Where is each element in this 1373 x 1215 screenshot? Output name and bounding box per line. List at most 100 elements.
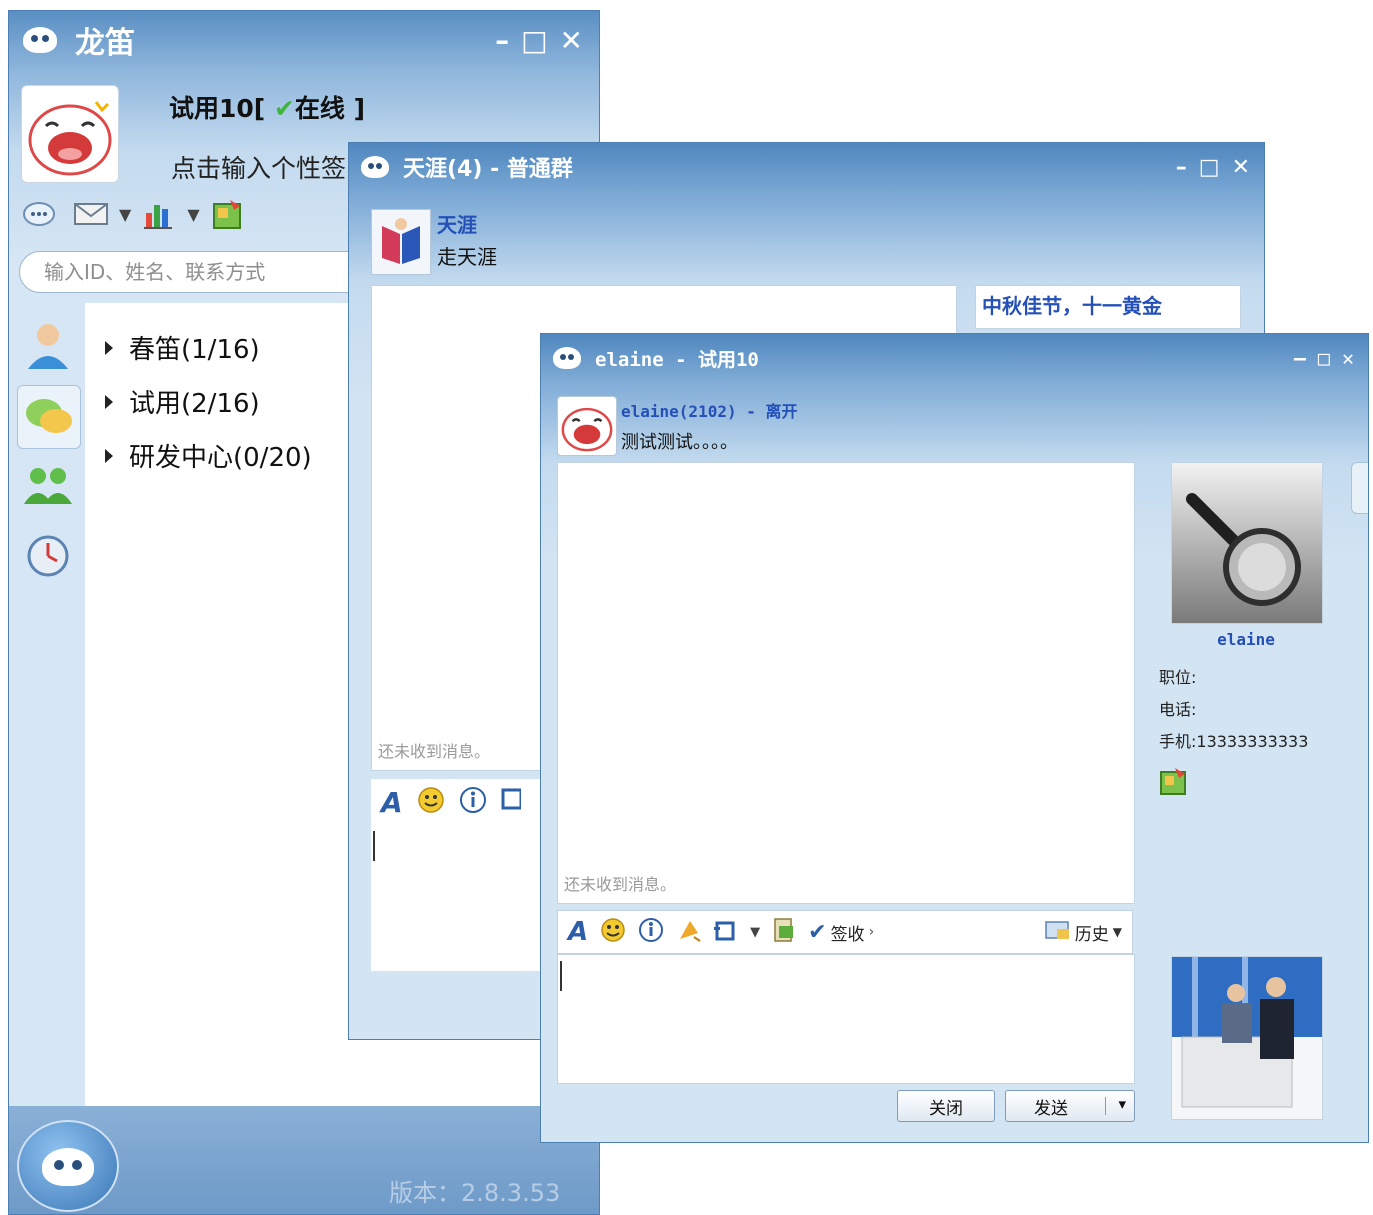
magnifier-photo-icon [1172,463,1322,623]
mail-icon[interactable] [73,197,109,231]
close-button[interactable]: ✕ [560,24,583,57]
chat-message-input[interactable] [557,954,1135,1084]
group-description: 走天涯 [437,245,497,269]
smiley-icon[interactable] [600,917,626,947]
list-item[interactable]: 春笛(1/16) [105,329,260,366]
group-label: 春笛(1/16) [129,335,260,365]
app-icon[interactable] [1159,766,1189,800]
group-avatar[interactable] [371,209,431,275]
mail-dropdown-icon[interactable]: ▼ [119,205,131,224]
my-photo [1171,956,1323,1120]
recent-chat-icon [26,399,72,433]
contacts-tab[interactable] [17,315,79,377]
maximize-button[interactable]: □ [1318,346,1330,370]
clock-icon [27,535,69,577]
group-name[interactable]: 天涯 [437,209,477,238]
history-button[interactable]: 历史 ▼ [1045,919,1122,946]
user-name: 试用10[ [169,94,266,123]
screenshot-dropdown-icon[interactable]: ▼ [750,925,760,940]
minimize-button[interactable]: – [1176,155,1187,180]
side-panel-toggle[interactable] [1351,462,1368,514]
list-item[interactable]: 研发中心(0/20) [105,437,312,474]
online-check-icon: ✔ [273,94,295,123]
close-button[interactable]: ✕ [1232,155,1250,180]
history-dropdown-icon: ▼ [1112,925,1122,939]
font-icon[interactable]: A [568,917,588,947]
group-tab[interactable] [17,455,79,517]
private-chat-window: elaine - 试用10 – □ ✕ elaine(2102) - 离开 测试… [540,333,1369,1143]
smiley-icon[interactable] [417,786,445,818]
contact-photo [1171,462,1323,624]
recent-chat-tab[interactable] [17,385,81,449]
group-titlebar[interactable]: 天涯(4) - 普通群 – □ ✕ [349,143,1264,191]
empty-message-text: 还未收到消息。 [378,742,491,761]
main-footer: 版本：2.8.3.53 [9,1106,599,1214]
group-label: 研发中心(0/20) [129,443,312,473]
chat-message-pane[interactable]: 还未收到消息。 [557,462,1135,904]
group-avatar-icon [382,218,420,264]
logo-icon [23,27,57,53]
info-icon[interactable] [638,917,664,947]
send-button-group: 发送 ▾ [1005,1090,1135,1122]
contact-phone: 电话: [1159,700,1197,719]
maximize-button[interactable]: □ [1199,155,1220,180]
signature-field[interactable]: 点击输入个性签 [171,149,346,185]
minimize-button[interactable]: – [1294,346,1306,370]
contact-name-status[interactable]: elaine(2102) - 离开 [621,398,798,422]
logo-icon [361,156,389,178]
send-options-dropdown[interactable]: ▾ [1118,1095,1126,1113]
expand-arrow-icon [105,448,113,463]
avatar-face-icon [28,101,112,176]
expand-arrow-icon [105,394,113,409]
chat-bubble-icon[interactable] [21,197,57,231]
chat-title: elaine - 试用10 [595,348,759,371]
chat-input-toolbar: A ▼ ✔ 签收 › 历史 ▼ [557,910,1133,954]
maximize-button[interactable]: □ [521,24,547,57]
empty-message-text: 还未收到消息。 [564,875,677,894]
user-status[interactable]: 在线 [295,94,345,123]
group-notice[interactable]: 中秋佳节，十一黄金 [975,285,1241,329]
main-titlebar[interactable]: 龙笛 – □ ✕ [9,11,599,69]
avatar-face-icon [561,407,613,452]
side-tabs [9,311,85,1111]
send-button[interactable]: 发送 [1034,1094,1068,1119]
minimize-button[interactable]: – [495,24,509,57]
main-title: 龙笛 [75,26,135,61]
contacts-icon [28,324,68,369]
contact-info-name: elaine [1217,630,1275,649]
app-icon[interactable] [210,197,246,231]
check-icon: ✔ [808,919,827,945]
chat-titlebar[interactable]: elaine - 试用10 – □ ✕ [541,334,1368,382]
chart-icon[interactable] [141,197,177,231]
contact-avatar[interactable] [557,396,617,456]
contact-mobile: 手机:13333333333 [1159,732,1309,751]
text-caret [560,961,562,991]
list-item[interactable]: 试用(2/16) [105,383,260,420]
chart-dropdown-icon[interactable]: ▼ [187,205,199,224]
office-photo-icon [1172,957,1322,1119]
user-avatar[interactable] [21,85,119,183]
shake-icon[interactable] [676,917,702,947]
close-chat-button[interactable]: 关闭 [897,1090,995,1122]
info-icon[interactable] [459,786,487,818]
sign-arrow-icon: › [868,924,875,940]
close-button[interactable]: ✕ [1342,346,1354,370]
screenshot-icon[interactable] [501,786,523,818]
contact-description: 测试测试。。。。 [621,432,738,453]
clock-tab[interactable] [17,525,79,587]
screenshot-icon[interactable] [714,918,738,946]
file-icon[interactable] [772,917,796,947]
history-label: 历史 [1074,924,1109,945]
user-status-close: ] [353,94,366,123]
group-title: 天涯(4) - 普通群 [403,157,573,182]
group-icon [24,468,72,504]
contact-position: 职位: [1159,668,1197,687]
font-icon[interactable]: A [381,786,403,819]
sign-receipt-button[interactable]: ✔ 签收 › [808,920,874,945]
main-toolbar: ▼ ▼ [21,197,246,231]
version-label: 版本：2.8.3.53 [389,1179,561,1207]
expand-arrow-icon [105,340,113,355]
main-menu-logo-button[interactable] [17,1120,119,1212]
user-name-line: 试用10[ ✔在线 ] [169,89,365,125]
text-caret [373,831,375,861]
